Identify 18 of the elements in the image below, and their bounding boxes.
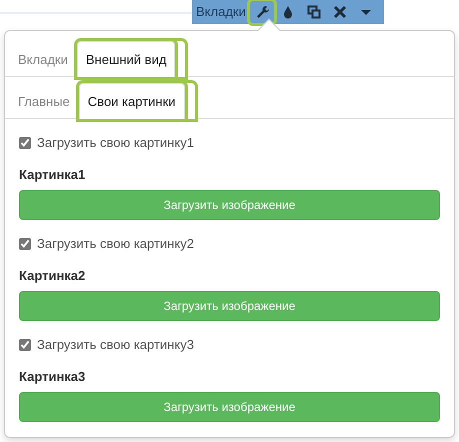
checkbox-label: Загрузить свою картинку2: [37, 235, 194, 253]
checkbox-label: Загрузить свою картинку3: [37, 336, 194, 354]
upload-button[interactable]: Загрузить изображение: [19, 190, 440, 220]
upload-button[interactable]: Загрузить изображение: [19, 291, 440, 321]
wrench-button[interactable]: [250, 1, 274, 23]
tab[interactable]: Главные: [15, 82, 77, 119]
image-heading: Картинка3: [19, 368, 86, 386]
close-icon: [332, 4, 348, 20]
image-heading: Картинка1: [19, 166, 86, 184]
checkbox[interactable]: [19, 136, 31, 149]
checkbox[interactable]: [19, 238, 31, 250]
tab[interactable]: Вкладки: [15, 40, 75, 77]
windows-icon: [306, 4, 322, 20]
checkbox-label: Загрузить свою картинку1: [37, 134, 194, 152]
image-heading: Картинка2: [19, 266, 86, 285]
checkbox[interactable]: [19, 338, 31, 351]
upload-button[interactable]: Загрузить изображение: [19, 392, 440, 422]
toolbar-label: Вкладки: [196, 3, 247, 22]
